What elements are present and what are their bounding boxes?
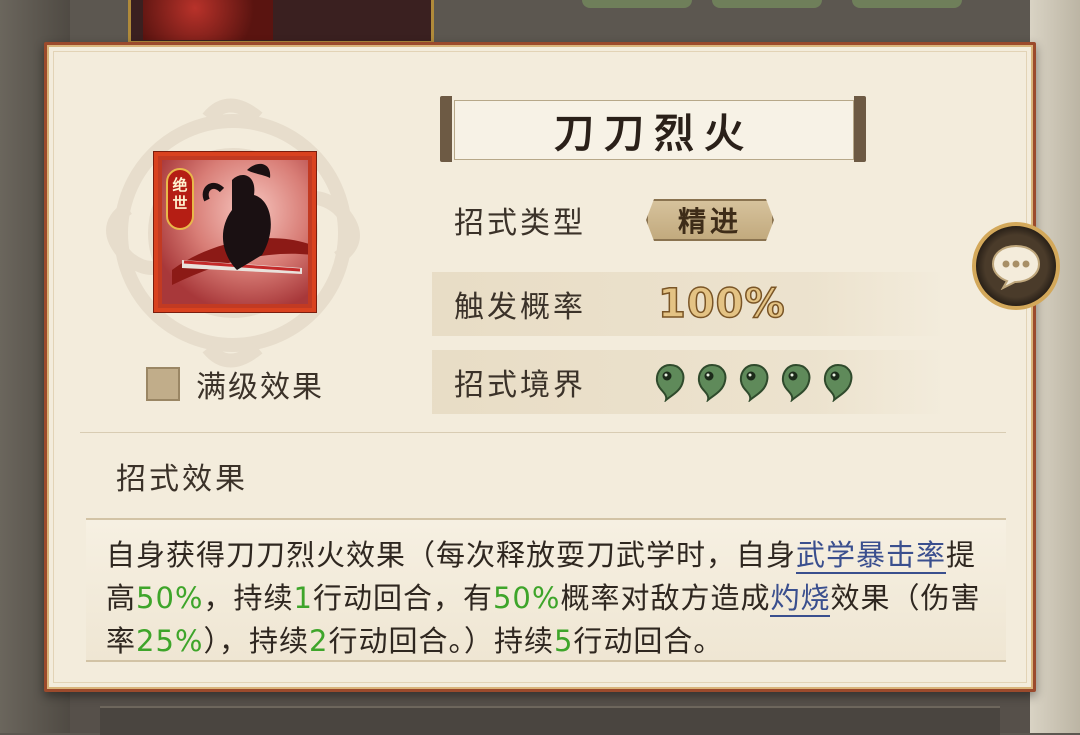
title-box: 刀刀烈火: [454, 100, 854, 160]
effect-value: 50%: [136, 581, 204, 615]
effect-description: 自身获得刀刀烈火效果（每次释放耍刀武学时，自身武学暴击率提高50%，持续1行动回…: [106, 534, 986, 663]
magatama-icon: [655, 363, 685, 402]
effect-section-title: 招式效果: [116, 462, 248, 497]
magatama-icon: [697, 363, 727, 402]
skill-title: 刀刀烈火: [554, 110, 754, 157]
effect-text: 概率对敌方造成: [560, 581, 771, 615]
skill-realm-row: 招式境界: [432, 350, 946, 414]
background-character-card: [128, 0, 434, 44]
magatama-icon: [781, 363, 811, 402]
full-level-label: 满级效果: [196, 370, 324, 405]
skill-type-row: 招式类型 精进: [432, 188, 946, 252]
rarity-badge: 绝世: [166, 168, 194, 230]
background-button: [582, 0, 692, 8]
skill-realm-label: 招式境界: [454, 368, 586, 403]
bracket-right: [854, 96, 866, 162]
keyword-link-burn[interactable]: 灼烧: [770, 581, 831, 617]
effect-text: 行动回合，有: [312, 581, 493, 615]
chat-bubble-icon: [991, 244, 1041, 290]
trigger-rate-row: 触发概率 100%: [432, 272, 946, 336]
effect-text: 行动回合。: [573, 624, 724, 658]
effect-value: 2: [309, 624, 329, 658]
skill-type-label: 招式类型: [454, 206, 586, 241]
effect-text: 自身获得刀刀烈火效果（每次释放耍刀武学时，自身: [106, 538, 797, 572]
full-level-toggle[interactable]: 满级效果: [146, 362, 324, 406]
effect-value: 5: [553, 624, 574, 658]
divider: [80, 432, 1006, 433]
trigger-rate-label: 触发概率: [454, 290, 586, 325]
effect-description-box: 自身获得刀刀烈火效果（每次释放耍刀武学时，自身武学暴击率提高50%，持续1行动回…: [86, 518, 1006, 662]
trigger-rate-value: 100%: [657, 280, 786, 328]
effect-value: 50%: [492, 581, 561, 615]
effect-text: ），持续: [203, 624, 309, 658]
skill-icon[interactable]: 绝世: [154, 152, 316, 312]
skill-type-badge: 精进: [646, 199, 774, 241]
background-button: [712, 0, 822, 8]
bracket-left: [440, 96, 452, 162]
full-level-checkbox[interactable]: [146, 367, 180, 401]
background-bottom-panel: [70, 690, 1030, 735]
realm-level-indicator: [652, 362, 856, 402]
effect-text: 行动回合。）持续: [328, 624, 554, 658]
chat-button[interactable]: [972, 222, 1060, 310]
keyword-link-crit-rate[interactable]: 武学暴击率: [796, 538, 947, 574]
effect-value: 1: [293, 581, 313, 615]
magatama-icon: [739, 363, 769, 402]
effect-text: ，持续: [203, 581, 294, 615]
magatama-icon: [823, 363, 853, 402]
background-button: [852, 0, 962, 8]
skill-title-plaque: 刀刀烈火: [440, 96, 866, 162]
effect-value: 25%: [136, 624, 204, 658]
background-right: [1030, 0, 1080, 733]
